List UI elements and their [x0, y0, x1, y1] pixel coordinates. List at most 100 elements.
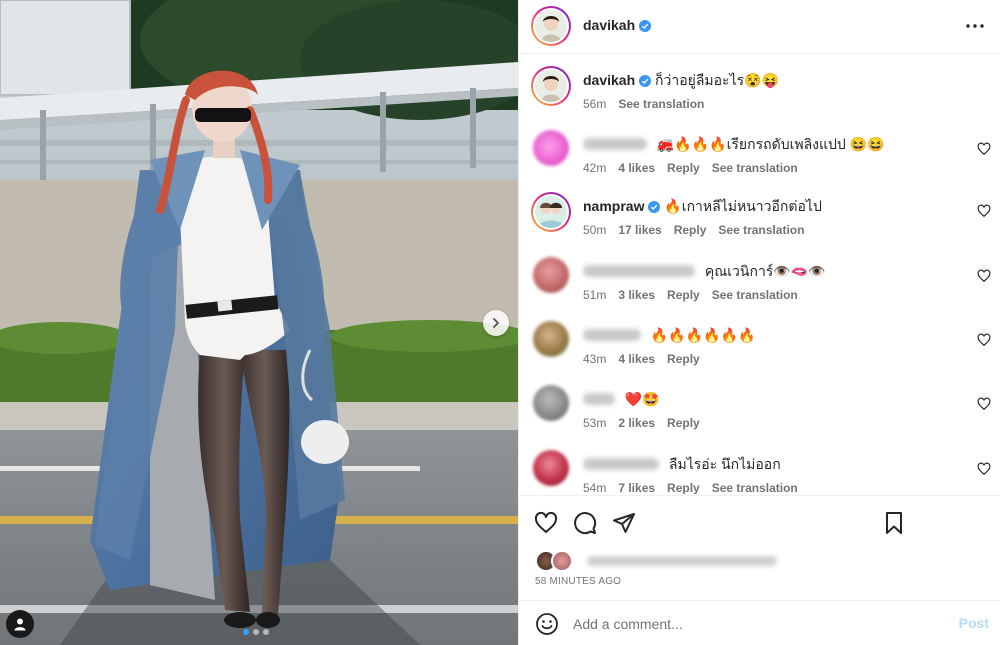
comment-avatar[interactable]: [533, 257, 569, 293]
tagged-users-button[interactable]: [6, 610, 34, 638]
comments-list[interactable]: davikah ก็ว่าอยู่ลืมอะไร😵😝 56m See trans…: [519, 54, 1000, 494]
comment-text: 🔥เกาหลีไม่หนาวอีกต่อไป: [664, 198, 822, 214]
reply-button[interactable]: Reply: [667, 481, 700, 494]
comment-like-heart-icon[interactable]: [977, 269, 991, 283]
comment-row: 🚒🔥🔥🔥เรียกรถดับเพลิงแปป 😆😆 42m 4 likes Re…: [519, 130, 1000, 190]
like-button[interactable]: [533, 510, 559, 536]
comment-likes[interactable]: 4 likes: [618, 161, 655, 175]
verified-badge-icon: [648, 201, 661, 213]
caption-row: davikah ก็ว่าอยู่ลืมอะไร😵😝 56m See trans…: [519, 66, 1000, 126]
comment-likes[interactable]: 3 likes: [618, 288, 655, 302]
reply-button[interactable]: Reply: [667, 416, 700, 430]
next-image-button[interactable]: [483, 310, 509, 336]
user-tag-icon: [14, 618, 26, 631]
reply-button[interactable]: Reply: [667, 352, 700, 366]
comment-avatar[interactable]: [533, 385, 569, 421]
post-media[interactable]: [0, 0, 518, 645]
author-username[interactable]: davikah: [583, 17, 635, 33]
comment-meta: 51m 3 likes Reply See translation: [583, 288, 798, 302]
see-translation-link[interactable]: See translation: [718, 223, 804, 237]
caption-username[interactable]: davikah: [583, 72, 635, 88]
comment-input[interactable]: [573, 613, 933, 635]
comment-text: 🔥🔥🔥🔥🔥🔥: [650, 327, 756, 343]
caption-time[interactable]: 56m: [583, 97, 606, 111]
comment-meta: 54m 7 likes Reply See translation: [583, 481, 798, 494]
emoji-smile-icon[interactable]: [535, 612, 559, 636]
reply-button[interactable]: Reply: [674, 223, 707, 237]
comment-avatar[interactable]: [531, 192, 571, 232]
more-options-button[interactable]: [963, 14, 987, 38]
comment-row: คุณเวนิการ์👁️🫦👁️ 51m 3 likes Reply See t…: [519, 257, 1000, 317]
comment-text: ❤️🤩: [624, 391, 660, 407]
comment-username-blurred[interactable]: [583, 393, 615, 405]
comment-like-heart-icon[interactable]: [977, 204, 991, 218]
comment-time[interactable]: 53m: [583, 416, 606, 430]
comment-username[interactable]: nampraw: [583, 198, 644, 214]
share-button[interactable]: [611, 510, 637, 536]
liker-avatar: [551, 550, 573, 572]
comment-like-heart-icon[interactable]: [977, 333, 991, 347]
add-comment-bar: Post: [519, 600, 1000, 645]
save-button[interactable]: [881, 510, 907, 536]
comment-time[interactable]: 43m: [583, 352, 606, 366]
post-header: davikah: [519, 0, 1000, 54]
comment-meta: 43m 4 likes Reply: [583, 352, 700, 366]
comment-body: ลืมไรอ่ะ นึกไม่ออก: [583, 455, 961, 473]
comment-time[interactable]: 42m: [583, 161, 606, 175]
post-timestamp[interactable]: 58 MINUTES AGO: [535, 576, 621, 587]
author-avatar[interactable]: [531, 6, 571, 46]
carousel-dot: [253, 629, 259, 635]
comment-likes[interactable]: 17 likes: [618, 223, 661, 237]
see-translation-link[interactable]: See translation: [618, 97, 704, 111]
carousel-dot-active: [243, 629, 249, 635]
comment-button[interactable]: [572, 510, 598, 536]
comment-username-blurred[interactable]: [583, 329, 641, 341]
comment-avatar[interactable]: [533, 130, 569, 166]
comment-meta: 42m 4 likes Reply See translation: [583, 161, 798, 175]
comment-meta: 50m 17 likes Reply See translation: [583, 223, 804, 237]
liked-by-text-blurred: [587, 556, 777, 566]
see-translation-link[interactable]: See translation: [712, 288, 798, 302]
caption-meta: 56m See translation: [583, 97, 704, 111]
see-translation-link[interactable]: See translation: [712, 161, 798, 175]
comment-username-blurred[interactable]: [583, 265, 695, 277]
more-horizontal-icon: [966, 24, 984, 28]
reply-button[interactable]: Reply: [667, 288, 700, 302]
comment-like-heart-icon[interactable]: [977, 397, 991, 411]
comment-likes[interactable]: 4 likes: [618, 352, 655, 366]
caption-text: ก็ว่าอยู่ลืมอะไร😵😝: [655, 72, 780, 88]
comment-text: ลืมไรอ่ะ นึกไม่ออก: [668, 456, 781, 472]
bookmark-icon: [886, 512, 902, 534]
comment-row: nampraw 🔥เกาหลีไม่หนาวอีกต่อไป 50m 17 li…: [519, 192, 1000, 252]
comment-meta: 53m 2 likes Reply: [583, 416, 700, 430]
paper-plane-icon: [613, 513, 635, 533]
post-actions: 58 MINUTES AGO: [519, 495, 1000, 600]
comment-username-blurred[interactable]: [583, 138, 647, 150]
carousel-dot: [263, 629, 269, 635]
comment-like-heart-icon[interactable]: [977, 462, 991, 476]
comment-likes[interactable]: 2 likes: [618, 416, 655, 430]
comment-body: nampraw 🔥เกาหลีไม่หนาวอีกต่อไป: [583, 197, 961, 215]
comment-likes[interactable]: 7 likes: [618, 481, 655, 494]
comment-time[interactable]: 50m: [583, 223, 606, 237]
caption-avatar[interactable]: [531, 66, 571, 106]
caption-body: davikah ก็ว่าอยู่ลืมอะไร😵😝: [583, 71, 961, 89]
comment-row: 🔥🔥🔥🔥🔥🔥 43m 4 likes Reply: [519, 321, 1000, 381]
verified-badge-icon: [639, 75, 652, 87]
post-comment-button[interactable]: Post: [959, 615, 989, 631]
comment-time[interactable]: 54m: [583, 481, 606, 494]
comment-body: 🔥🔥🔥🔥🔥🔥: [583, 326, 961, 344]
comment-avatar[interactable]: [533, 450, 569, 486]
comment-time[interactable]: 51m: [583, 288, 606, 302]
comment-avatar[interactable]: [533, 321, 569, 357]
comment-username-blurred[interactable]: [583, 458, 659, 470]
comment-row: ❤️🤩 53m 2 likes Reply: [519, 385, 1000, 445]
comment-row: ลืมไรอ่ะ นึกไม่ออก 54m 7 likes Reply See…: [519, 450, 1000, 494]
comment-body: ❤️🤩: [583, 390, 961, 408]
comment-body: คุณเวนิการ์👁️🫦👁️: [583, 262, 961, 280]
heart-icon: [534, 511, 558, 533]
chevron-right-icon: [493, 318, 499, 328]
reply-button[interactable]: Reply: [667, 161, 700, 175]
see-translation-link[interactable]: See translation: [712, 481, 798, 494]
comment-like-heart-icon[interactable]: [977, 142, 991, 156]
